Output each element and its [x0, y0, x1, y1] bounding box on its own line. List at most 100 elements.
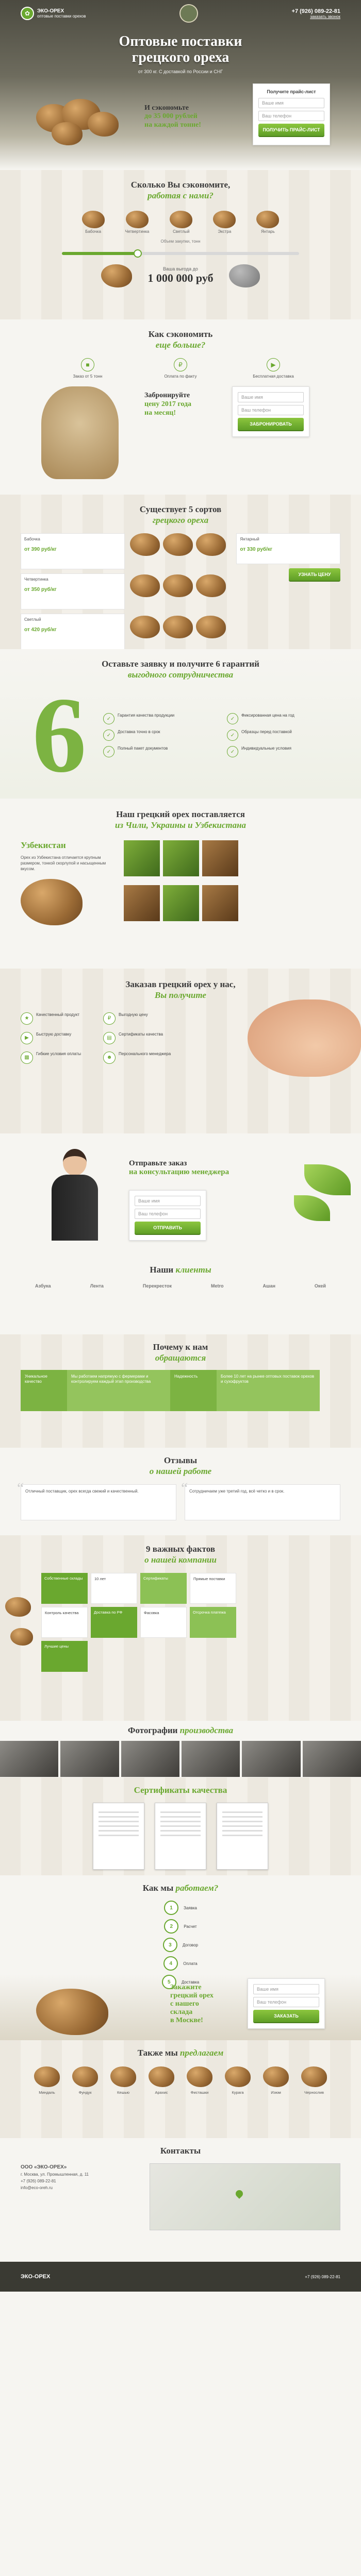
fact-tile: Отсрочка платежа — [190, 1606, 236, 1638]
phone-input[interactable]: Ваш телефон — [258, 110, 324, 121]
six-numeral: 6 — [32, 675, 87, 795]
product-card[interactable]: Янтарный от 330 руб/кг — [236, 533, 340, 564]
offer-line2: до 35 000 рублей — [144, 112, 198, 121]
sort-option[interactable]: Экстра — [213, 210, 236, 234]
result-label: Ваша выгода до — [163, 266, 198, 272]
form-title: Получите прайс-лист — [267, 89, 316, 94]
top-bar: ✿ ЭКО-ОРЕХ оптовые поставки орехов +7 (9… — [0, 0, 361, 27]
footer-logo[interactable]: ЭКО-ОРЕХ — [21, 2274, 50, 2280]
fact-tile: Контроль качества — [41, 1606, 88, 1638]
steps-title: Как мы работаем? — [0, 1875, 361, 1893]
reasons-title-line1: Почему к нам — [153, 1342, 208, 1352]
facts-title-line1: 9 важных фактов — [145, 1544, 216, 1554]
sort-option[interactable]: Янтарь — [256, 210, 280, 234]
header-phone[interactable]: +7 (926) 089-22-81 — [292, 8, 340, 14]
product-item[interactable]: Фисташки — [184, 2066, 215, 2095]
check-icon: ✓ — [103, 730, 114, 741]
phone-input[interactable]: Ваш телефон — [253, 1997, 319, 2007]
product-card[interactable]: Четвертинка от 350 руб/кг — [21, 573, 125, 609]
book-price-button[interactable]: Забронировать — [238, 418, 304, 431]
name-input[interactable]: Ваше имя — [135, 1196, 201, 1206]
callback-link[interactable]: заказать звонок — [292, 14, 340, 19]
slider-handle[interactable] — [134, 249, 142, 258]
production-photo[interactable] — [121, 1741, 179, 1777]
contact-email[interactable]: info@eco-oreh.ru — [21, 2185, 139, 2192]
walnut-scoop-image — [36, 1989, 108, 2035]
name-input[interactable]: Ваше имя — [258, 97, 324, 108]
client-logos: Азбука Лента Перекресток Metro Ашан Окей — [0, 1283, 361, 1289]
sort-option[interactable]: Четвертинка — [125, 210, 149, 234]
production-photos — [0, 1741, 361, 1777]
location-map[interactable] — [150, 2163, 340, 2231]
callout-line1: Отправьте заказ — [129, 1159, 187, 1167]
star-icon: ★ — [21, 1012, 33, 1025]
steps-title-line1: Как мы — [142, 1883, 174, 1893]
sort-option[interactable]: Светлый — [170, 210, 193, 234]
production-photo[interactable] — [181, 1741, 240, 1777]
check-icon: ✓ — [227, 713, 238, 724]
production-photo[interactable] — [242, 1741, 301, 1777]
logo[interactable]: ✿ ЭКО-ОРЕХ оптовые поставки орехов — [21, 7, 86, 20]
calc-title-line1: Сколько Вы сэкономите, — [130, 180, 231, 190]
sort-option[interactable]: Бабочка — [81, 210, 105, 234]
get-price-button[interactable]: Получить прайс-лист — [258, 123, 324, 137]
truck-icon: ▶ — [21, 1031, 33, 1044]
product-item[interactable]: Фундук — [70, 2066, 101, 2095]
check-icon: ✓ — [103, 713, 114, 724]
production-photo[interactable] — [60, 1741, 119, 1777]
cta-line2: грецкий орех — [170, 1992, 214, 2000]
walnut-bowl-image — [31, 83, 124, 145]
guarantee-item: ✓ Образцы перед поставкой — [227, 730, 340, 741]
product-card[interactable]: Бабочка от 390 руб/кг — [21, 533, 125, 569]
product-item[interactable]: Чернослив — [299, 2066, 330, 2095]
product-card[interactable]: Светлый от 420 руб/кг — [21, 613, 125, 649]
card-icon: ▩ — [21, 1051, 33, 1064]
review-card[interactable]: “Отличный поставщик, орех всегда свежий … — [17, 1480, 176, 1520]
benefit-item: ▶ Бесплатная доставка — [245, 358, 302, 379]
company-name: ООО «ЭКО-ОРЕХ» — [21, 2164, 67, 2171]
send-button[interactable]: Отправить — [135, 1222, 201, 1235]
product-item[interactable]: Курага — [222, 2066, 253, 2095]
logo-text: ЭКО-ОРЕХ — [37, 8, 64, 14]
why-title-line2: еще больше? — [155, 340, 206, 350]
guarantee-item: ✓ Доставка точно в срок — [103, 730, 217, 741]
certificate-image[interactable] — [217, 1803, 268, 1870]
get-price-button[interactable]: Узнать цену — [289, 568, 340, 582]
fact-tile: Собственные склады — [41, 1572, 88, 1604]
review-card[interactable]: “Сотрудничаем уже третий год, всё четко … — [181, 1480, 340, 1520]
reason-text: Более 10 лет на рынке оптовых поставок о… — [217, 1369, 320, 1411]
why-title: Как сэкономить еще больше? — [0, 319, 361, 351]
name-input[interactable]: Ваше имя — [238, 392, 304, 402]
product-item[interactable]: Миндаль — [31, 2066, 62, 2095]
footer-phone[interactable]: +7 (926) 089-22-81 — [305, 2275, 340, 2279]
product-item[interactable]: Арахис — [146, 2066, 177, 2095]
phone-input[interactable]: Ваш телефон — [238, 405, 304, 415]
certificate-image[interactable] — [155, 1803, 206, 1870]
steps-title-line2: работаем? — [175, 1883, 219, 1893]
reason-heading: Уникальное качество — [21, 1369, 67, 1411]
order-title: Заказав грецкий орех у нас, Вы получите — [0, 969, 361, 1001]
cta-line4: склада — [170, 2008, 193, 2016]
certificate-image[interactable] — [93, 1803, 144, 1870]
contact-phone[interactable]: +7 (926) 089-22-81 — [21, 2178, 139, 2185]
name-input[interactable]: Ваше имя — [253, 1984, 319, 1994]
production-photo[interactable] — [0, 1741, 59, 1777]
address: г. Москва, ул. Промышленная, д. 11 — [21, 2172, 89, 2177]
hero-subtitle: от 300 кг. С доставкой по России и СНГ — [138, 69, 223, 74]
facts-title-line2: о нашей компании — [144, 1555, 217, 1565]
production-photo[interactable] — [302, 1741, 361, 1777]
shell-pile-image — [228, 264, 260, 287]
order-button[interactable]: Заказать — [253, 2010, 319, 2023]
product-item[interactable]: Изюм — [260, 2066, 291, 2095]
walnut-sack-image — [41, 386, 119, 479]
product-item[interactable]: Кешью — [108, 2066, 139, 2095]
origin-title-line2: из Чили, Украины и Узбекистана — [114, 820, 247, 831]
sorts-title: Существует 5 сортов грецкого ореха — [0, 495, 361, 526]
volume-slider[interactable] — [62, 249, 299, 258]
also-offer-section: Также мы предлагаем Миндаль Фундук Кешью… — [0, 2040, 361, 2138]
benefit-item: ▶ Быструю доставку — [21, 1031, 98, 1044]
phone-input[interactable]: Ваш телефон — [135, 1209, 201, 1219]
client-logo: Окей — [314, 1283, 326, 1289]
offer-line3: на каждой тонне! — [144, 121, 201, 129]
savings-calculator-section: Сколько Вы сэкономите, работая с нами? Б… — [0, 170, 361, 319]
